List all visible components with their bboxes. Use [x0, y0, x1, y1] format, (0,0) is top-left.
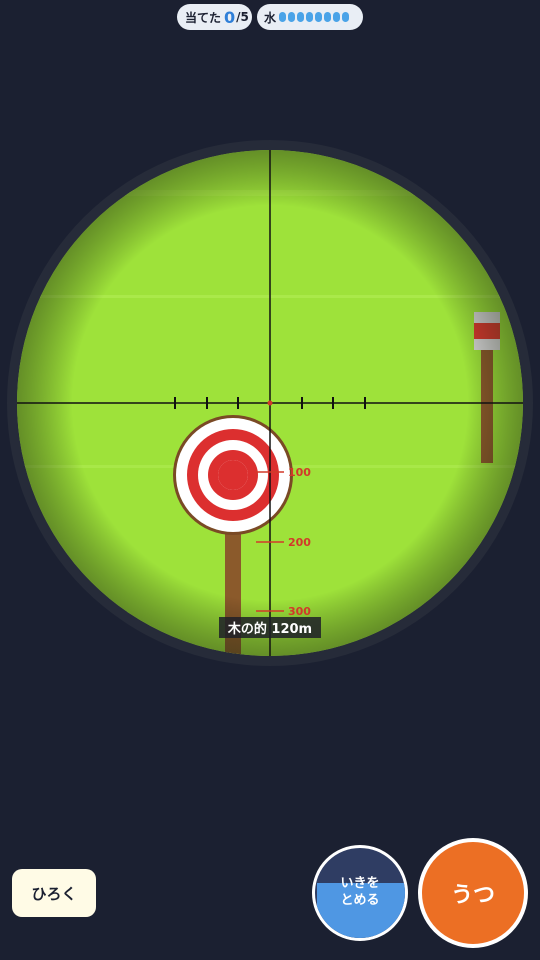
fire-button[interactable]: うつ [418, 838, 528, 948]
zoom-out-button[interactable]: ひろく [12, 869, 96, 917]
range-mark-200: 200 [288, 536, 311, 549]
target-distance-label: 木の的 120m [219, 617, 321, 638]
range-mark-100: 100 [288, 466, 311, 479]
hold-breath-label: いきを とめる [315, 875, 405, 909]
hold-breath-button[interactable]: いきを とめる [312, 845, 408, 941]
scope-view[interactable]: 100 200 300 [0, 0, 540, 960]
hold-breath-label-line1: いきを [340, 876, 380, 891]
reticle-center-dot [267, 400, 273, 406]
hold-breath-label-line2: とめる [340, 893, 380, 908]
